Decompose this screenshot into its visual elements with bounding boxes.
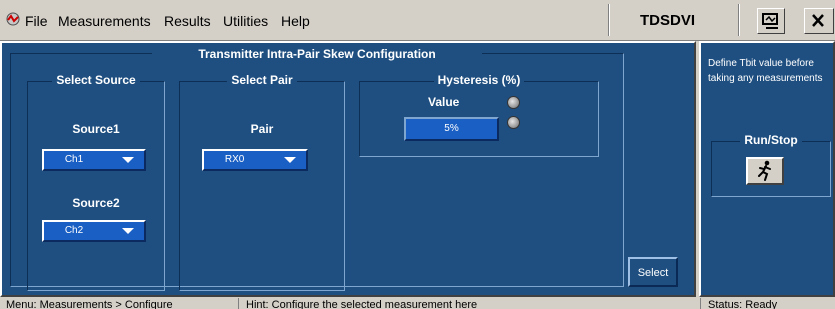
run-stop-button[interactable]	[746, 157, 784, 185]
menubar-separator	[608, 4, 609, 36]
minimize-app-icon	[762, 13, 778, 29]
hysteresis-title: Hysteresis (%)	[359, 73, 599, 87]
select-pair-title: Select Pair	[182, 73, 342, 87]
select-source-group	[27, 81, 165, 291]
close-app-button[interactable]	[804, 8, 834, 34]
status-menu-path: Menu: Measurements > Configure	[6, 299, 173, 309]
run-stop-title: Run/Stop	[711, 133, 831, 147]
status-separator	[700, 298, 701, 309]
source2-label: Source2	[72, 196, 120, 210]
tbit-info-text: Define Tbit value before taking any meas…	[708, 58, 823, 84]
chevron-down-icon	[284, 157, 296, 163]
hysteresis-value-input[interactable]: 5%	[404, 117, 499, 141]
hysteresis-percent-radio[interactable]	[507, 116, 520, 129]
status-hint: Hint: Configure the selected measurement…	[246, 299, 478, 309]
side-panel: Define Tbit value before taking any meas…	[699, 41, 835, 297]
running-man-icon	[758, 160, 771, 181]
hysteresis-value-radio[interactable]	[507, 96, 520, 109]
status-bar: Menu: Measurements > Configure Hint: Con…	[0, 298, 835, 309]
source1-value: Ch1	[64, 154, 84, 165]
pair-label: Pair	[250, 122, 274, 136]
menu-help[interactable]: Help	[281, 13, 310, 29]
hysteresis-value-label: Value	[428, 95, 460, 109]
menu-results[interactable]: Results	[164, 13, 211, 29]
source1-label: Source1	[72, 122, 120, 136]
menu-file[interactable]: File	[25, 13, 48, 29]
status-ready: Status: Ready	[708, 299, 778, 309]
select-button[interactable]: Select	[628, 257, 678, 287]
app-logo-icon	[5, 11, 21, 27]
close-icon	[812, 14, 824, 27]
source2-dropdown[interactable]: Ch2	[42, 220, 146, 242]
chevron-down-icon	[122, 157, 134, 163]
pair-value: RX0	[224, 154, 245, 165]
menubar-separator	[738, 4, 739, 36]
menu-measurements[interactable]: Measurements	[58, 13, 151, 29]
select-pair-group	[179, 81, 345, 291]
menu-utilities[interactable]: Utilities	[223, 13, 268, 29]
status-separator	[238, 298, 239, 309]
configuration-panel: Transmitter Intra-Pair Skew Configuratio…	[0, 41, 696, 297]
configuration-group-title: Transmitter Intra-Pair Skew Configuratio…	[152, 47, 482, 61]
app-title: TDSDVI	[640, 12, 696, 29]
select-source-title: Select Source	[30, 73, 162, 87]
menu-bar: File Measurements Results Utilities Help…	[0, 0, 835, 41]
pair-dropdown[interactable]: RX0	[202, 149, 308, 171]
source1-dropdown[interactable]: Ch1	[42, 149, 146, 171]
source2-value: Ch2	[64, 225, 84, 236]
minimize-app-button[interactable]	[757, 8, 785, 34]
chevron-down-icon	[122, 228, 134, 234]
